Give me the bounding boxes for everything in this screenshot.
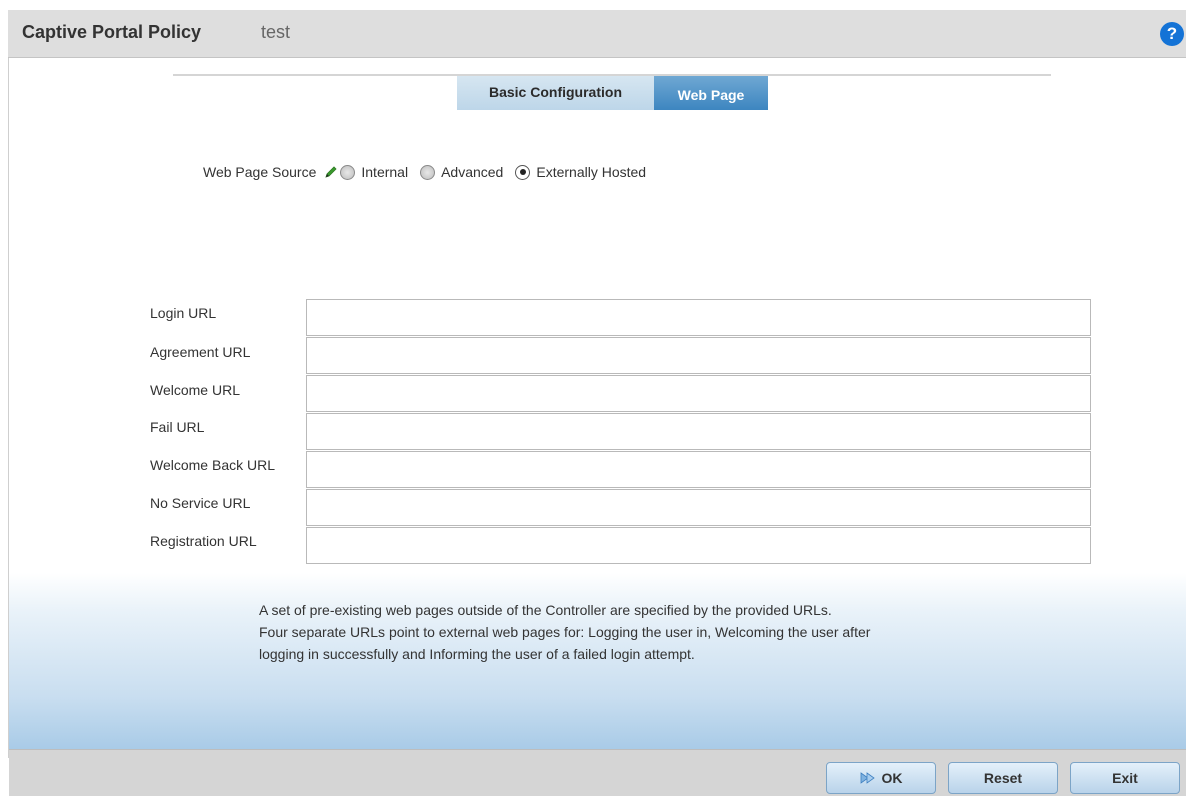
welcome-back-url-input[interactable] bbox=[306, 451, 1091, 488]
welcome-back-url-label: Welcome Back URL bbox=[150, 457, 276, 473]
page-title: Captive Portal Policy bbox=[22, 22, 202, 42]
reset-button[interactable]: Reset bbox=[948, 762, 1058, 794]
info-line: logging in successfully and Informing th… bbox=[259, 646, 695, 662]
login-url-label: Login URL bbox=[150, 305, 217, 321]
agreement-url-input[interactable] bbox=[306, 337, 1091, 374]
no-service-url-label: No Service URL bbox=[150, 495, 251, 511]
ok-button[interactable]: OK bbox=[826, 762, 936, 794]
registration-url-input[interactable] bbox=[306, 527, 1091, 564]
tab-basic-configuration[interactable]: Basic Configuration bbox=[457, 76, 654, 110]
fail-url-label: Fail URL bbox=[150, 419, 205, 435]
radio-externally-hosted-label[interactable]: Externally Hosted bbox=[536, 164, 646, 180]
info-panel: A set of pre-existing web pages outside … bbox=[9, 573, 1186, 749]
welcome-url-label: Welcome URL bbox=[150, 382, 240, 398]
radio-externally-hosted[interactable] bbox=[515, 164, 531, 180]
registration-url-label: Registration URL bbox=[150, 533, 257, 549]
help-icon[interactable]: ? bbox=[1160, 22, 1184, 46]
web-page-source-label: Web Page Source bbox=[203, 164, 317, 180]
reset-button-label: Reset bbox=[983, 770, 1023, 786]
radio-internal-label[interactable]: Internal bbox=[361, 164, 408, 180]
info-line: Four separate URLs point to external web… bbox=[259, 624, 871, 640]
policy-name: test bbox=[261, 22, 291, 42]
no-service-url-input[interactable] bbox=[306, 489, 1091, 526]
welcome-url-input[interactable] bbox=[306, 375, 1091, 412]
web-page-source-row: Web Page Source Internal Advanced Extern… bbox=[203, 160, 658, 184]
exit-button[interactable]: Exit bbox=[1070, 762, 1180, 794]
ok-button-label: OK bbox=[881, 770, 903, 786]
footer-bar: OK Reset Exit bbox=[9, 749, 1186, 796]
pencil-icon bbox=[325, 166, 337, 178]
info-text: A set of pre-existing web pages outside … bbox=[259, 599, 1039, 665]
exit-button-label: Exit bbox=[1112, 770, 1138, 786]
ok-arrow-icon bbox=[860, 772, 875, 784]
fail-url-input[interactable] bbox=[306, 413, 1091, 450]
tab-web-page[interactable]: Web Page bbox=[654, 76, 768, 110]
radio-internal[interactable] bbox=[340, 164, 356, 180]
title-bar: Captive Portal Policy test ? bbox=[8, 10, 1186, 58]
info-line: A set of pre-existing web pages outside … bbox=[259, 602, 832, 618]
radio-advanced[interactable] bbox=[420, 164, 436, 180]
radio-advanced-label[interactable]: Advanced bbox=[441, 164, 503, 180]
agreement-url-label: Agreement URL bbox=[150, 344, 251, 360]
login-url-input[interactable] bbox=[306, 299, 1091, 336]
captive-portal-policy-dialog: Captive Portal Policy test ? Basic Confi… bbox=[0, 0, 1186, 796]
